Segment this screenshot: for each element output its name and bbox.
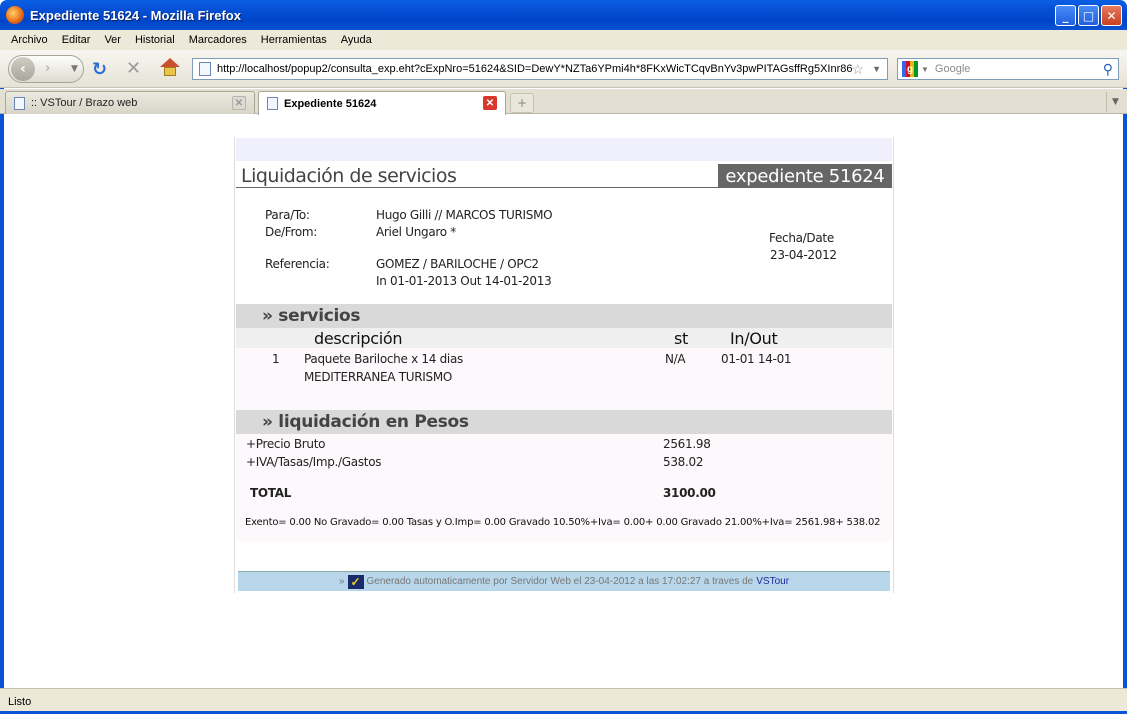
arrow-left-icon: ‹ — [20, 61, 26, 77]
footer-prefix: » — [338, 576, 345, 587]
top-band — [236, 138, 892, 161]
navigation-toolbar: ‹ › ▼ ↻ ✕ http://localhost/popup2/consul… — [0, 50, 1127, 88]
tab-close-icon[interactable]: ✕ — [232, 96, 246, 110]
firefox-logo-icon — [6, 6, 24, 24]
page-icon — [199, 62, 211, 76]
liquidacion-section-header: » liquidación en Pesos — [236, 410, 892, 434]
search-input[interactable]: Google — [935, 63, 1103, 75]
liquidacion-title: » liquidación en Pesos — [262, 412, 469, 432]
menu-marcadores[interactable]: Marcadores — [182, 34, 254, 46]
minimize-button[interactable]: _ — [1055, 5, 1076, 26]
liquidacion-document: Liquidación de servicios expediente 5162… — [234, 137, 894, 593]
col-st: st — [674, 329, 689, 348]
service-description: Paquete Bariloche x 14 dias — [304, 352, 463, 366]
close-button[interactable]: ✕ — [1101, 5, 1122, 26]
page-icon — [14, 96, 25, 110]
google-search-engine-icon[interactable]: g — [902, 61, 918, 77]
iva-value: 538.02 — [663, 455, 704, 469]
menu-ayuda[interactable]: Ayuda — [334, 34, 379, 46]
service-number: 1 — [272, 352, 280, 366]
page-title: Liquidación de servicios — [241, 165, 457, 187]
search-icon[interactable]: ⚲ — [1103, 61, 1113, 78]
menu-ver[interactable]: Ver — [97, 34, 128, 46]
menu-archivo[interactable]: Archivo — [4, 34, 55, 46]
back-forward-group: ‹ › ▼ — [8, 55, 84, 83]
window-frame-right — [1123, 30, 1127, 714]
tab-label: Expediente 51624 — [284, 97, 377, 110]
generated-text: Generado automaticamente por Servidor We… — [366, 576, 754, 587]
window-title: Expediente 51624 - Mozilla Firefox — [30, 7, 241, 23]
fecha-value: 23-04-2012 — [770, 248, 837, 262]
forward-button[interactable]: › — [45, 61, 50, 76]
vstour-logo-icon: ✓ — [347, 574, 364, 589]
home-icon[interactable] — [160, 58, 180, 78]
tab-close-icon[interactable]: ✕ — [483, 96, 497, 110]
para-label: Para/To: — [265, 208, 310, 222]
history-dropdown-icon[interactable]: ▼ — [71, 64, 78, 74]
de-value: Ariel Ungaro * — [376, 225, 456, 239]
service-provider: MEDITERRANEA TURISMO — [304, 370, 453, 384]
search-engine-dropdown-icon[interactable]: ▼ — [921, 65, 929, 74]
status-text: Listo — [8, 695, 32, 708]
stop-icon[interactable]: ✕ — [126, 58, 141, 79]
de-label: De/From: — [265, 225, 318, 239]
service-inout: 01-01 14-01 — [721, 352, 792, 366]
reload-icon[interactable]: ↻ — [92, 59, 107, 80]
menu-historial[interactable]: Historial — [128, 34, 182, 46]
referencia-value: GOMEZ / BARILOCHE / OPC2 — [376, 257, 539, 271]
fecha-label: Fecha/Date — [769, 231, 834, 245]
tax-breakdown-note: Exento= 0.00 No Gravado= 0.00 Tasas y O.… — [245, 517, 881, 528]
para-value: Hugo Gilli // MARCOS TURISMO — [376, 208, 553, 222]
menu-editar[interactable]: Editar — [55, 34, 98, 46]
menu-bar: Archivo Editar Ver Historial Marcadores … — [0, 30, 1127, 50]
maximize-button[interactable]: □ — [1078, 5, 1099, 26]
url-bar[interactable]: http://localhost/popup2/consulta_exp.eht… — [192, 58, 888, 80]
tab-bar: :: VSTour / Brazo web ✕ Expediente 51624… — [0, 89, 1127, 115]
servicios-section-header: » servicios — [236, 304, 892, 328]
url-dropdown-icon[interactable]: ▼ — [872, 64, 881, 74]
search-bar[interactable]: g ▼ Google ⚲ — [897, 58, 1119, 80]
expediente-badge: expediente 51624 — [718, 164, 892, 188]
page-icon — [267, 97, 278, 110]
back-button[interactable]: ‹ — [11, 57, 35, 81]
servicios-title: » servicios — [262, 306, 361, 326]
iva-label: +IVA/Tasas/Imp./Gastos — [246, 455, 382, 469]
referencia-dates: In 01-01-2013 Out 14-01-2013 — [376, 274, 552, 288]
tab-list-dropdown-icon[interactable]: ▼ — [1106, 92, 1124, 112]
new-tab-icon[interactable]: + — [510, 93, 534, 113]
bookmark-star-icon[interactable]: ☆ — [852, 61, 865, 78]
col-inout: In/Out — [730, 329, 778, 348]
tab-vstour[interactable]: :: VSTour / Brazo web ✕ — [5, 91, 255, 114]
menu-herramientas[interactable]: Herramientas — [254, 34, 334, 46]
precio-bruto-label: +Precio Bruto — [246, 437, 326, 451]
total-value: 3100.00 — [663, 486, 716, 500]
service-status: N/A — [665, 352, 686, 366]
tab-label: :: VSTour / Brazo web — [31, 97, 138, 109]
servicios-column-headers: descripción st In/Out — [236, 328, 892, 348]
page-content: Liquidación de servicios expediente 5162… — [4, 115, 1123, 688]
generated-footer: » ✓ Generado automaticamente por Servido… — [238, 571, 890, 591]
window-controls: _ □ ✕ — [1055, 5, 1122, 26]
precio-bruto-value: 2561.98 — [663, 437, 711, 451]
tab-expediente[interactable]: Expediente 51624 ✕ — [258, 91, 506, 115]
referencia-label: Referencia: — [265, 257, 330, 271]
col-descripcion: descripción — [314, 329, 403, 348]
url-text[interactable]: http://localhost/popup2/consulta_exp.eht… — [217, 63, 852, 75]
total-label: TOTAL — [250, 486, 292, 500]
vstour-link[interactable]: VSTour — [756, 576, 789, 587]
window-titlebar[interactable]: Expediente 51624 - Mozilla Firefox _ □ ✕ — [0, 0, 1127, 30]
